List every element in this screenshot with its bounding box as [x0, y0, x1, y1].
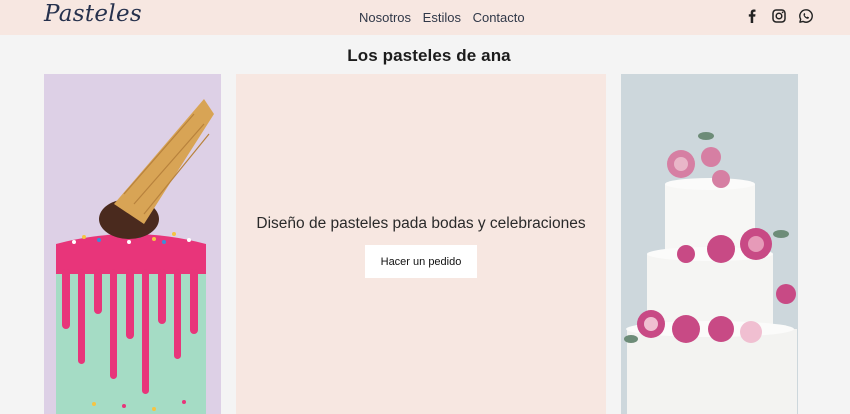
ice-cream-cake-image: [44, 74, 221, 414]
whatsapp-icon[interactable]: [798, 8, 814, 24]
header: Pasteles Nosotros Estilos Contacto: [0, 0, 850, 35]
nav-item-contacto[interactable]: Contacto: [473, 10, 525, 25]
nav-item-nosotros[interactable]: Nosotros: [359, 10, 411, 25]
order-button[interactable]: Hacer un pedido: [365, 245, 477, 278]
instagram-icon[interactable]: [771, 8, 787, 24]
main-nav: Nosotros Estilos Contacto: [359, 10, 533, 25]
site-logo[interactable]: Pasteles: [44, 1, 142, 27]
facebook-icon[interactable]: [744, 8, 760, 24]
hero-tagline: Diseño de pasteles pada bodas y celebrac…: [256, 215, 586, 232]
wedding-cake-image: [621, 74, 798, 414]
hero-panel: Diseño de pasteles pada bodas y celebrac…: [236, 74, 606, 414]
nav-item-estilos[interactable]: Estilos: [423, 10, 461, 25]
page-title: Los pasteles de ana: [347, 46, 511, 65]
